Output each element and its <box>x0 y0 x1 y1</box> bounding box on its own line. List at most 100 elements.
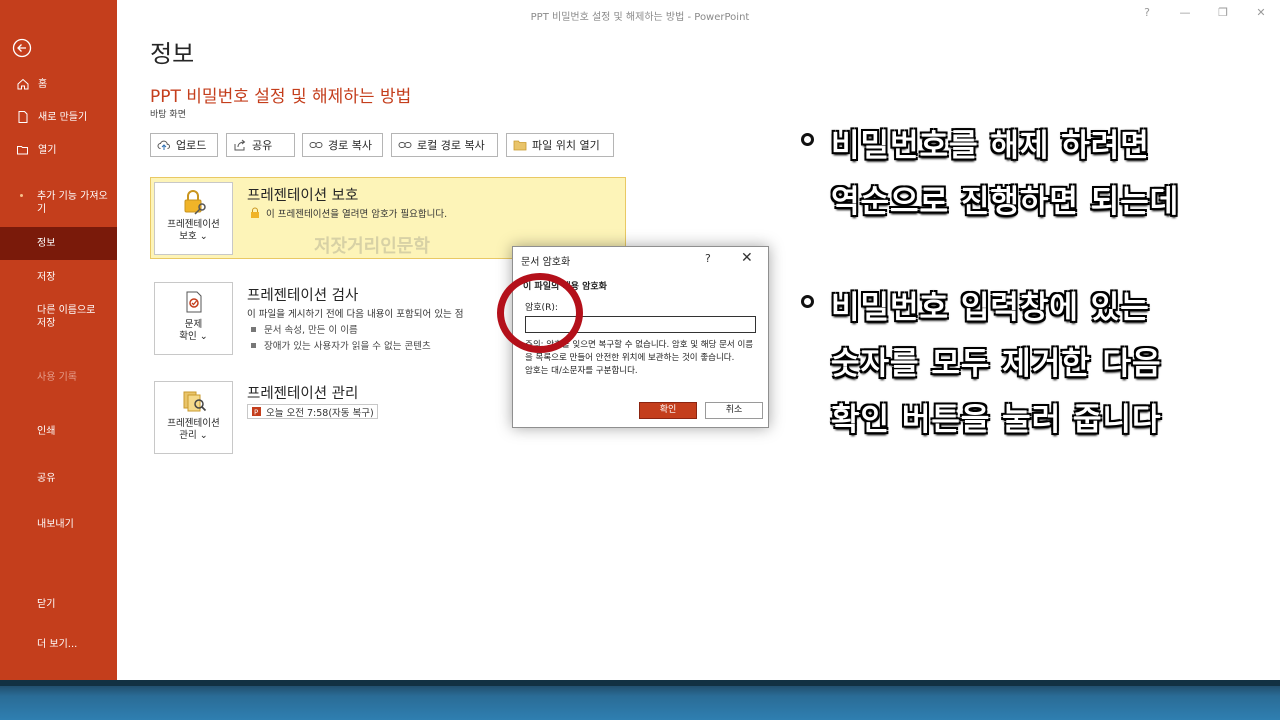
inspect-bullet-text: 장애가 있는 사용자가 읽을 수 없는 콘텐츠 <box>264 341 431 352</box>
watermark-text: 저잣거리인문학 <box>314 236 430 257</box>
sidebar-item-home[interactable]: 홈 <box>0 77 117 91</box>
inspect-document-icon <box>186 291 201 313</box>
sidebar-item-share[interactable]: 공유 <box>0 471 117 485</box>
sidebar-item-label: 더 보기... <box>37 638 78 650</box>
annotation-line: 비밀번호를 해제 하려면 <box>831 128 1150 164</box>
folder-icon <box>513 140 527 151</box>
link-icon <box>309 142 323 148</box>
page-title: 정보 <box>150 40 195 68</box>
sidebar-item-export[interactable]: 내보내기 <box>0 517 117 531</box>
svg-text:P: P <box>254 409 258 417</box>
sidebar-item-label: 정보 <box>37 238 56 249</box>
annotation-line: 역순으로 진행하면 되는데 <box>831 184 1180 220</box>
minimize-button[interactable]: — <box>1177 6 1193 19</box>
protect-description-text: 이 프레젠테이션을 열려면 암호가 필요합니다. <box>266 209 448 220</box>
inspect-bullet: 장애가 있는 사용자가 읽을 수 없는 콘텐츠 <box>251 338 431 352</box>
home-icon <box>16 77 32 91</box>
backstage-sidebar: 홈 새로 만들기 열기 추가 기능 가져오기 정보 저장 다른 이름으로 저장 … <box>0 0 117 680</box>
bullet-square-icon <box>251 342 256 348</box>
copy-path-button[interactable]: 경로 복사 <box>302 133 383 157</box>
sidebar-item-label: 사용 기록 <box>37 371 77 383</box>
annotation-line: 비밀번호 입력창에 있는 <box>831 290 1150 326</box>
annotation-line: 숫자를 모두 제거한 다음 <box>831 346 1162 382</box>
upload-label: 업로드 <box>176 139 207 152</box>
protect-presentation-button[interactable]: 프레젠테이션 보호 ⌄ <box>154 182 233 255</box>
check-for-issues-button[interactable]: 문제 확인 ⌄ <box>154 282 233 355</box>
back-arrow-icon[interactable] <box>12 38 32 58</box>
sidebar-item-info[interactable]: 정보 <box>0 227 117 260</box>
inspect-bullet-text: 문서 속성, 만든 이 이름 <box>264 325 358 336</box>
link-icon <box>398 142 412 148</box>
sidebar-item-label: 공유 <box>37 472 56 484</box>
share-icon <box>234 139 246 151</box>
dialog-title: 문서 암호화 <box>521 257 571 268</box>
folder-open-icon <box>16 143 32 157</box>
protect-heading: 프레젠테이션 보호 <box>247 188 359 204</box>
upload-button[interactable]: 업로드 <box>150 133 218 157</box>
sidebar-item-label: 저장 <box>37 271 56 283</box>
manage-presentation-button[interactable]: 프레젠테이션 관리 ⌄ <box>154 381 233 454</box>
cloud-upload-icon <box>157 140 170 150</box>
sidebar-item-open[interactable]: 열기 <box>0 143 117 157</box>
open-location-label: 파일 위치 열기 <box>532 139 600 152</box>
sidebar-item-addins[interactable]: 추가 기능 가져오기 <box>0 190 117 218</box>
copy-local-path-label: 로컬 경로 복사 <box>417 139 485 152</box>
bullet-square-icon <box>251 326 256 332</box>
sidebar-item-label: 새로 만들기 <box>38 111 88 123</box>
sidebar-item-new[interactable]: 새로 만들기 <box>0 110 117 124</box>
lock-key-icon <box>184 190 206 215</box>
dialog-close-button[interactable]: ✕ <box>741 250 753 266</box>
help-button[interactable]: ? <box>1139 6 1155 19</box>
annotation-line: 확인 버튼을 눌러 줍니다 <box>831 402 1162 438</box>
dialog-case-note: 암호는 대/소문자를 구분합니다. <box>525 366 638 376</box>
sidebar-item-label: 내보내기 <box>37 518 74 530</box>
document-title: PPT 비밀번호 설정 및 해제하는 방법 <box>150 87 412 107</box>
close-window-button[interactable]: ✕ <box>1253 6 1269 19</box>
inspect-button-dropdown: 확인 ⌄ <box>179 331 208 342</box>
restore-button[interactable]: ❐ <box>1215 6 1231 19</box>
protect-description: 이 프레젠테이션을 열려면 암호가 필요합니다. <box>249 206 447 220</box>
cancel-button[interactable]: 취소 <box>705 402 763 419</box>
manage-button-dropdown: 관리 ⌄ <box>179 430 208 441</box>
desktop-background-strip <box>0 680 1280 720</box>
ok-button[interactable]: 확인 <box>639 402 697 419</box>
sidebar-item-save-as[interactable]: 다른 이름으로 저장 <box>0 304 117 332</box>
sidebar-item-label: 닫기 <box>37 598 56 610</box>
powerpoint-backstage: 홈 새로 만들기 열기 추가 기능 가져오기 정보 저장 다른 이름으로 저장 … <box>0 0 1280 720</box>
share-button[interactable]: 공유 <box>226 133 295 157</box>
annotation-bullet-icon <box>801 133 814 146</box>
document-location: 바탕 화면 <box>150 110 186 120</box>
notification-dot-icon <box>20 194 23 197</box>
manage-document-icon <box>183 391 206 412</box>
inspect-description: 이 파일을 게시하기 전에 다음 내용이 포함되어 있는 점 <box>247 309 464 320</box>
inspect-button-label: 문제 <box>184 319 203 330</box>
copy-local-path-button[interactable]: 로컬 경로 복사 <box>391 133 498 157</box>
manage-heading: 프레젠테이션 관리 <box>247 386 359 402</box>
sidebar-item-label: 인쇄 <box>37 425 56 437</box>
annotation-bullet-icon <box>801 295 814 308</box>
annotation-red-circle <box>497 273 583 353</box>
dialog-help-button[interactable]: ? <box>705 252 711 265</box>
inspect-heading: 프레젠테이션 검사 <box>247 288 359 304</box>
sidebar-item-label: 추가 기능 가져오기 <box>37 191 108 215</box>
taskbar-edge <box>0 680 1280 686</box>
sidebar-item-close[interactable]: 닫기 <box>0 597 117 611</box>
sidebar-item-more[interactable]: 더 보기... <box>0 637 117 651</box>
sidebar-item-history: 사용 기록 <box>0 370 117 384</box>
new-document-icon <box>16 110 32 124</box>
sidebar-item-save[interactable]: 저장 <box>0 270 117 284</box>
sidebar-item-label: 홈 <box>38 78 48 90</box>
copy-path-label: 경로 복사 <box>328 139 372 152</box>
title-bar: PPT 비밀번호 설정 및 해제하는 방법 - PowerPoint ? — ❐… <box>117 0 1280 28</box>
protect-button-dropdown: 보호 ⌄ <box>179 231 208 242</box>
open-file-location-button[interactable]: 파일 위치 열기 <box>506 133 614 157</box>
inspect-bullet: 문서 속성, 만든 이 이름 <box>251 322 358 336</box>
autosave-version-link[interactable]: P 오늘 오전 7:58(자동 복구) <box>247 404 378 419</box>
sidebar-item-print[interactable]: 인쇄 <box>0 424 117 438</box>
small-lock-icon <box>251 207 259 218</box>
protect-button-label: 프레젠테이션 <box>167 219 220 230</box>
sidebar-item-label: 다른 이름으로 저장 <box>37 305 96 329</box>
sidebar-item-label: 열기 <box>38 144 57 156</box>
share-label: 공유 <box>252 139 273 152</box>
powerpoint-file-icon: P <box>252 407 261 417</box>
